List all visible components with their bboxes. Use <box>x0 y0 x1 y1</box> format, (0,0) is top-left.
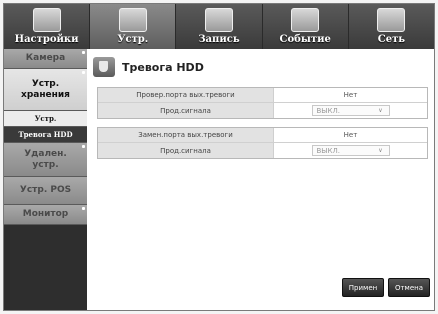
cancel-button[interactable]: Отмена <box>388 278 430 297</box>
expand-icon <box>82 71 85 74</box>
sidebar-item-pos[interactable]: Устр. POS <box>4 177 87 205</box>
expand-icon <box>82 145 85 148</box>
expand-icon <box>82 51 85 54</box>
row-label: Прод.сигнала <box>98 103 274 118</box>
network-icon <box>377 8 406 32</box>
page-header: Тревога HDD <box>93 57 204 77</box>
check-port-value[interactable]: Нет <box>274 88 427 102</box>
duration-dropdown-1[interactable]: ВЫКЛ. ∨ <box>311 105 390 116</box>
monitor-icon <box>32 8 61 32</box>
content-panel: Тревога HDD Провер.порта вых.тревоги Нет… <box>87 49 434 310</box>
tab-settings[interactable]: Настройки <box>4 4 91 49</box>
sidebar-item-label: Камера <box>25 53 66 63</box>
chevron-down-icon: ∨ <box>378 147 383 154</box>
check-port-group: Провер.порта вых.тревоги Нет Прод.сигнал… <box>97 87 428 119</box>
row-value: ВЫКЛ. ∨ <box>274 103 427 118</box>
sidebar-subitem-label: Тревога HDD <box>18 130 73 139</box>
page-title: Тревога HDD <box>122 60 204 74</box>
row-label: Провер.порта вых.тревоги <box>98 88 274 102</box>
settings-row: Прод.сигнала ВЫКЛ. ∨ <box>98 143 427 158</box>
sidebar-subitem-label: Устр. <box>34 114 57 123</box>
sidebar-item-label: Устр. хранения <box>21 78 70 100</box>
settings-row: Замен.порта вых.тревоги Нет <box>98 128 427 143</box>
tab-label: Устр. <box>117 34 149 45</box>
tab-label: Событие <box>279 34 331 45</box>
tab-event[interactable]: Событие <box>263 4 349 49</box>
dropdown-value: ВЫКЛ. <box>316 146 340 155</box>
sidebar: Камера Устр. хранения Устр. Тревога HDD … <box>4 49 87 310</box>
row-label: Замен.порта вых.тревоги <box>98 128 274 142</box>
tab-network[interactable]: Сеть <box>349 4 434 49</box>
expand-icon <box>82 207 85 210</box>
sidebar-item-label: Удален. устр. <box>24 148 67 170</box>
event-icon <box>291 8 320 32</box>
sidebar-subitem-hdd-alarm[interactable]: Тревога HDD <box>4 127 87 143</box>
device-icon <box>118 8 147 32</box>
settings-row: Провер.порта вых.тревоги Нет <box>98 88 427 103</box>
chevron-down-icon: ∨ <box>378 107 383 114</box>
tab-device[interactable]: Устр. <box>90 4 177 49</box>
duration-dropdown-2[interactable]: ВЫКЛ. ∨ <box>311 145 390 156</box>
tab-label: Настройки <box>14 34 79 45</box>
settings-row: Прод.сигнала ВЫКЛ. ∨ <box>98 103 427 118</box>
sidebar-item-storage[interactable]: Устр. хранения <box>4 69 87 111</box>
row-value: ВЫКЛ. ∨ <box>274 143 427 158</box>
top-menu: Настройки Устр. Запись Событие Сеть <box>4 4 434 49</box>
tab-record[interactable]: Запись <box>176 4 263 49</box>
tab-label: Запись <box>198 34 240 45</box>
replace-port-group: Замен.порта вых.тревоги Нет Прод.сигнала… <box>97 127 428 159</box>
tab-label: Сеть <box>377 34 406 45</box>
replace-port-value[interactable]: Нет <box>274 128 427 142</box>
sidebar-item-camera[interactable]: Камера <box>4 49 87 69</box>
dropdown-value: ВЫКЛ. <box>316 106 340 115</box>
apply-button[interactable]: Примен <box>342 278 384 297</box>
app-window: Настройки Устр. Запись Событие Сеть Каме… <box>3 3 435 311</box>
sidebar-subitem-device[interactable]: Устр. <box>4 111 87 127</box>
sidebar-item-label: Устр. POS <box>19 185 72 195</box>
sidebar-item-monitor[interactable]: Монитор <box>4 205 87 225</box>
sidebar-item-remote[interactable]: Удален. устр. <box>4 143 87 177</box>
row-label: Прод.сигнала <box>98 143 274 158</box>
record-icon <box>205 8 233 32</box>
device-icon <box>93 57 115 77</box>
sidebar-item-label: Монитор <box>22 209 69 219</box>
